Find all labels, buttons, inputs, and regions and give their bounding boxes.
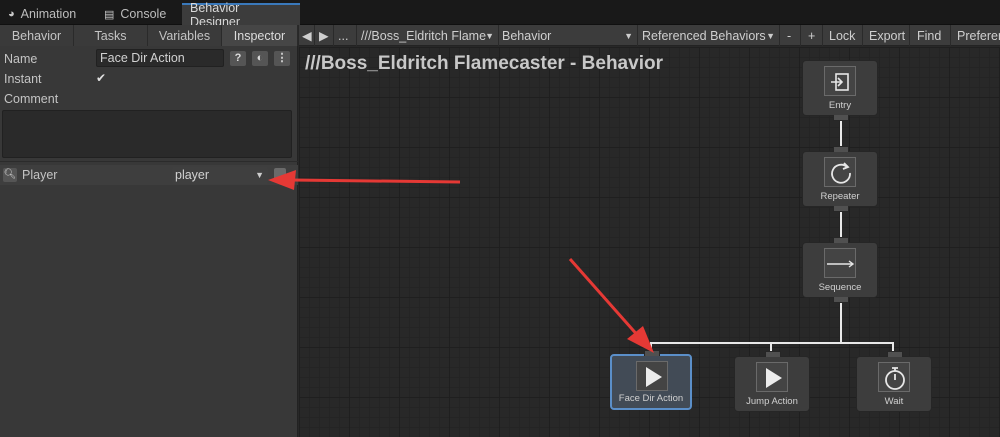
annotation-arrowhead: [268, 170, 296, 190]
annotation-arrow: [291, 178, 461, 184]
annotation-arrow: [568, 258, 642, 339]
annotation-arrows: [268, 170, 654, 353]
